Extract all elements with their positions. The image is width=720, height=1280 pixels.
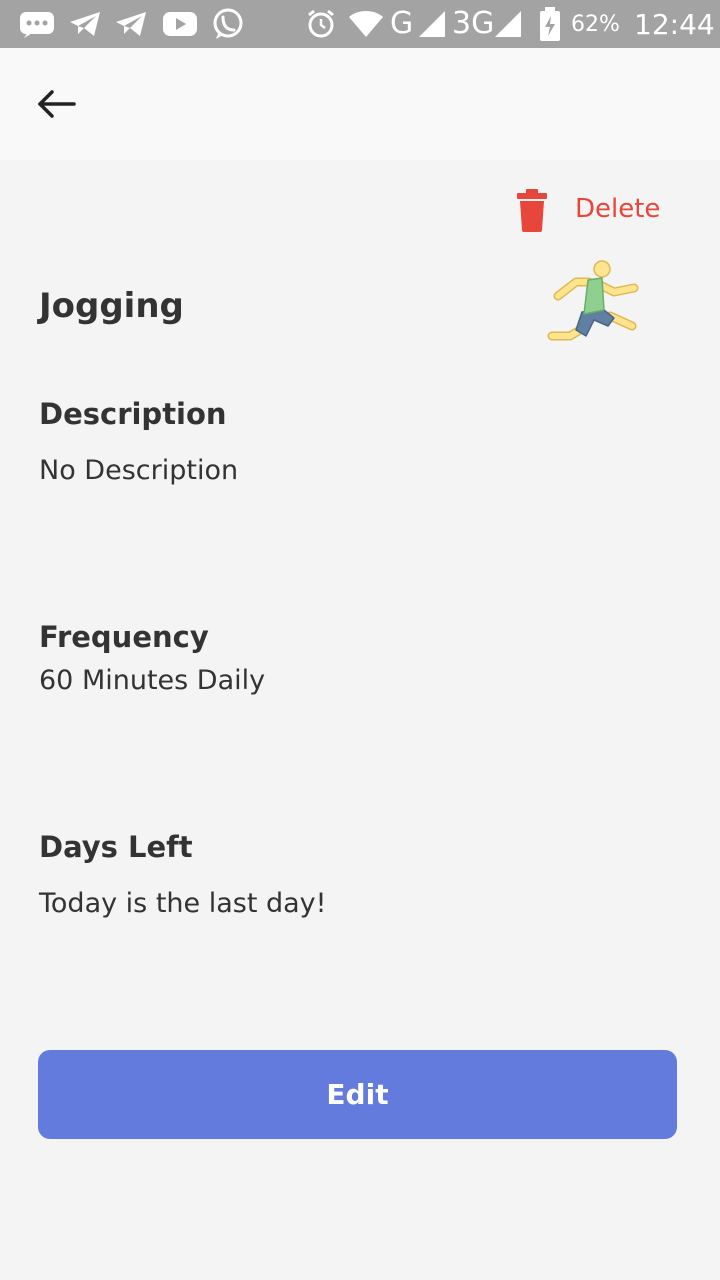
days-left-value: Today is the last day! <box>39 888 327 919</box>
message-icon <box>20 12 54 38</box>
wifi-icon <box>349 11 383 37</box>
habit-detail: Delete Jogging Description No Descriptio… <box>0 160 720 1280</box>
network-type-label: 3G <box>452 6 495 41</box>
whatsapp-icon <box>213 8 243 39</box>
habit-title: Jogging <box>39 286 184 326</box>
signal-icon <box>419 11 445 37</box>
clock: 12:44 <box>634 8 715 41</box>
app-bar <box>0 48 720 160</box>
telegram-icon <box>70 12 100 36</box>
frequency-heading: Frequency <box>39 620 209 654</box>
description-value: No Description <box>39 455 239 486</box>
days-left-heading: Days Left <box>39 830 193 864</box>
arrow-left-icon <box>38 90 76 118</box>
signal-type-label: G <box>390 6 414 41</box>
telegram-icon <box>116 12 146 36</box>
trash-icon <box>517 189 547 232</box>
delete-label: Delete <box>575 194 661 224</box>
description-heading: Description <box>39 397 227 431</box>
running-person-icon <box>547 260 639 341</box>
frequency-value: 60 Minutes Daily <box>39 665 266 696</box>
delete-button[interactable]: Delete <box>512 182 672 238</box>
alarm-icon <box>308 9 334 38</box>
signal-icon <box>495 11 521 37</box>
edit-button[interactable]: Edit <box>38 1050 677 1139</box>
battery-percent: 62% <box>571 12 620 37</box>
battery-icon <box>540 7 560 41</box>
back-button[interactable] <box>28 80 84 128</box>
status-bar: G 3G 62% 12:44 <box>0 0 720 48</box>
youtube-icon <box>163 12 197 36</box>
